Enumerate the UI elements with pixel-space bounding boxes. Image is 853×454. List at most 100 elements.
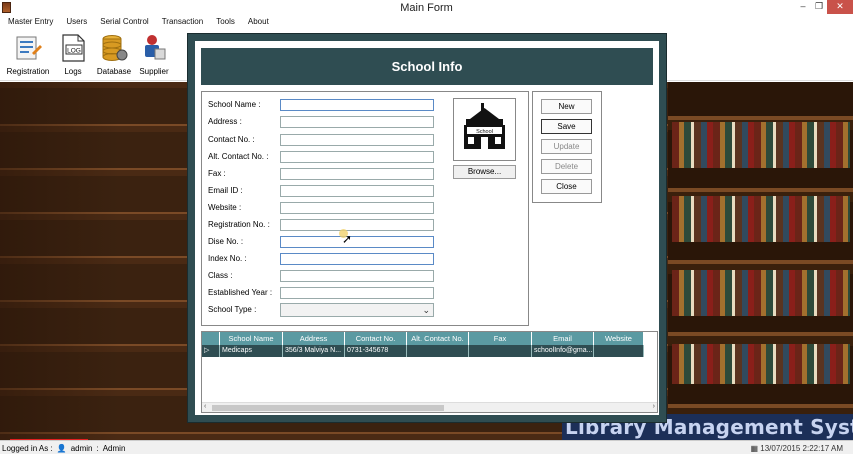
login-status: Logged in As : 👤 admin : Admin <box>2 444 125 453</box>
toolbar-logs-button[interactable]: LOG Logs <box>56 32 90 78</box>
alt-contact-no-input[interactable] <box>280 151 434 163</box>
toolbar-database-button[interactable]: Database <box>96 32 132 78</box>
menu-users[interactable]: Users <box>58 16 92 29</box>
website-input[interactable] <box>280 202 434 214</box>
row-selector-icon: ▷ <box>202 345 220 357</box>
calendar-icon: ▦ <box>750 444 759 453</box>
toolbar-registration-button[interactable]: Registration <box>4 32 52 78</box>
window-title: Main Form <box>400 2 453 14</box>
toolbar-supplier-label: Supplier <box>139 67 169 76</box>
contact-no-input[interactable] <box>280 134 434 146</box>
row-header-cell <box>202 332 220 345</box>
books-row <box>672 196 850 242</box>
registration-no-label: Registration No. : <box>208 220 270 229</box>
established-year-input[interactable] <box>280 287 434 299</box>
column-header-fax[interactable]: Fax <box>469 332 532 345</box>
svg-text:School: School <box>476 129 493 135</box>
cell-website[interactable] <box>594 345 644 357</box>
cell-email[interactable]: schoolInfo@gma... <box>532 345 594 357</box>
school-building-icon: School <box>464 103 505 149</box>
school-name-input[interactable] <box>280 99 434 111</box>
column-header-contact-no[interactable]: Contact No. <box>345 332 407 345</box>
log-icon: LOG <box>62 34 85 62</box>
user-icon: 👤 <box>56 444 67 453</box>
toolbar-logs-label: Logs <box>64 67 82 76</box>
grid-header: School Name Address Contact No. Alt. Con… <box>202 332 644 345</box>
address-label: Address : <box>208 117 242 126</box>
class-label: Class : <box>208 271 233 280</box>
registration-no-input[interactable] <box>280 219 434 231</box>
column-header-alt-contact-no[interactable]: Alt. Contact No. <box>407 332 469 345</box>
save-button[interactable]: Save <box>541 119 592 134</box>
scrollbar-thumb[interactable] <box>212 405 444 411</box>
books-row <box>672 122 850 168</box>
dise-no-input[interactable] <box>280 236 434 248</box>
database-icon <box>102 35 128 61</box>
school-info-panel: School Info School Name : Address : Cont… <box>195 41 659 415</box>
website-label: Website : <box>208 203 242 212</box>
schools-data-grid[interactable]: School Name Address Contact No. Alt. Con… <box>201 331 658 413</box>
scroll-left-icon[interactable]: ‹ <box>204 403 206 410</box>
dise-no-label: Dise No. : <box>208 237 244 246</box>
mouse-cursor-icon: ➚ <box>342 232 353 246</box>
restore-icon[interactable]: ❐ <box>811 0 827 14</box>
logged-in-label: Logged in As : <box>2 444 53 453</box>
separator: : <box>96 444 99 453</box>
scroll-right-icon[interactable]: › <box>653 403 655 410</box>
cell-address[interactable]: 356/3 Malviya N... <box>283 345 345 357</box>
column-header-email[interactable]: Email <box>532 332 594 345</box>
menu-serial-control[interactable]: Serial Control <box>92 16 153 29</box>
established-year-label: Established Year : <box>208 288 273 297</box>
cell-school-name[interactable]: Medicaps <box>220 345 283 357</box>
minimize-icon[interactable]: – <box>795 0 811 14</box>
index-no-label: Index No. : <box>208 254 247 263</box>
cell-contact-no[interactable]: 0731-345678 <box>345 345 407 357</box>
cell-fax[interactable] <box>469 345 532 357</box>
menu-tools[interactable]: Tools <box>208 16 240 29</box>
form-title: School Info <box>201 48 653 85</box>
menu-bar: Master Entry Users Serial Control Transa… <box>0 16 853 29</box>
close-icon[interactable]: ✕ <box>827 0 853 14</box>
contact-no-label: Contact No. : <box>208 135 255 144</box>
update-button[interactable]: Update <box>541 139 592 154</box>
chevron-down-icon: ⌄ <box>422 305 430 315</box>
books-row <box>672 344 850 384</box>
username: admin <box>70 444 93 453</box>
menu-master-entry[interactable]: Master Entry <box>0 16 58 29</box>
column-header-address[interactable]: Address <box>283 332 345 345</box>
fax-label: Fax : <box>208 169 226 178</box>
alt-contact-no-label: Alt. Contact No. : <box>208 152 269 161</box>
menu-about[interactable]: About <box>240 16 274 29</box>
datetime-text: 13/07/2015 2:22:17 AM <box>760 444 843 453</box>
action-buttons-group: New Save Update Delete Close <box>532 91 602 203</box>
school-type-select[interactable]: ⌄ <box>280 303 434 317</box>
toolbar-supplier-button[interactable]: Supplier <box>136 32 172 78</box>
delete-button[interactable]: Delete <box>541 159 592 174</box>
horizontal-scrollbar[interactable]: ‹ › <box>202 402 657 412</box>
menu-transaction[interactable]: Transaction <box>154 16 209 29</box>
index-no-input[interactable] <box>280 253 434 265</box>
fax-input[interactable] <box>280 168 434 180</box>
school-logo-preview: School <box>453 98 516 161</box>
school-name-label: School Name : <box>208 100 261 109</box>
registration-icon <box>16 36 42 60</box>
column-header-school-name[interactable]: School Name <box>220 332 283 345</box>
school-info-window: School Info School Name : Address : Cont… <box>187 33 667 423</box>
column-header-website[interactable]: Website <box>594 332 644 345</box>
user-role: Admin <box>102 444 126 453</box>
address-input[interactable] <box>280 116 434 128</box>
title-bar: Main Form – ❐ ✕ <box>0 0 853 16</box>
email-id-label: Email ID : <box>208 186 243 195</box>
cell-alt-contact-no[interactable] <box>407 345 469 357</box>
email-id-input[interactable] <box>280 185 434 197</box>
books-row <box>672 270 850 316</box>
new-button[interactable]: New <box>541 99 592 114</box>
browse-button[interactable]: Browse... <box>453 165 516 179</box>
school-type-label: School Type : <box>208 305 257 314</box>
class-input[interactable] <box>280 270 434 282</box>
window-controls: – ❐ ✕ <box>795 0 853 14</box>
close-button[interactable]: Close <box>541 179 592 194</box>
svg-text:LOG: LOG <box>67 48 81 55</box>
toolbar-registration-label: Registration <box>6 67 50 76</box>
table-row[interactable]: ▷ Medicaps 356/3 Malviya N... 0731-34567… <box>202 345 644 357</box>
